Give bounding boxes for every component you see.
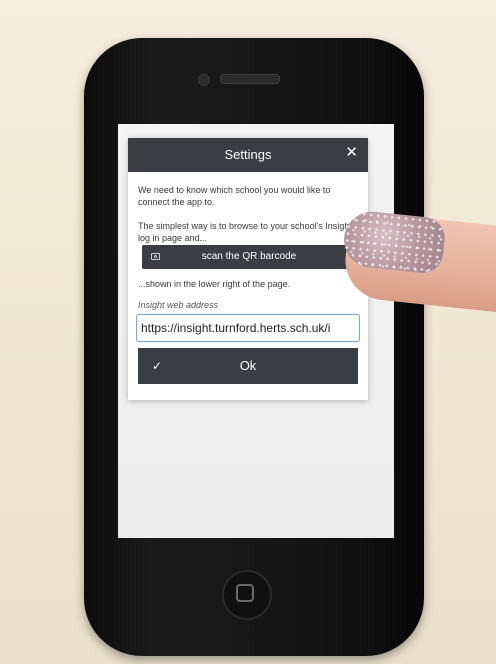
scan-qr-label: scan the QR barcode (201, 251, 297, 262)
browse-instructions: The simplest way is to browse to your sc… (138, 221, 352, 243)
address-field-label: Insight web address (138, 300, 219, 310)
ok-button[interactable]: ✓ Ok (138, 348, 358, 384)
close-icon[interactable]: ✕ (345, 138, 358, 168)
check-icon: ✓ (152, 359, 163, 373)
ok-label: Ok (239, 358, 257, 373)
lower-right-hint: ...shown in the lower right of the page. (138, 279, 291, 289)
home-button-icon (236, 584, 254, 602)
settings-dialog: Settings ✕ We need to know which school … (128, 138, 368, 400)
scan-qr-button[interactable]: scan the QR barcode (142, 245, 356, 269)
dialog-title: Settings (224, 147, 272, 162)
earpiece-speaker (220, 74, 280, 84)
dialog-header: Settings ✕ (128, 138, 368, 172)
front-camera (198, 74, 210, 86)
photo-scene: Settings ✕ We need to know which school … (0, 0, 496, 664)
camera-icon (151, 253, 160, 260)
insight-address-input[interactable]: https://insight.turnford.herts.sch.uk/i (136, 314, 360, 342)
intro-text: We need to know which school you would l… (138, 185, 331, 207)
